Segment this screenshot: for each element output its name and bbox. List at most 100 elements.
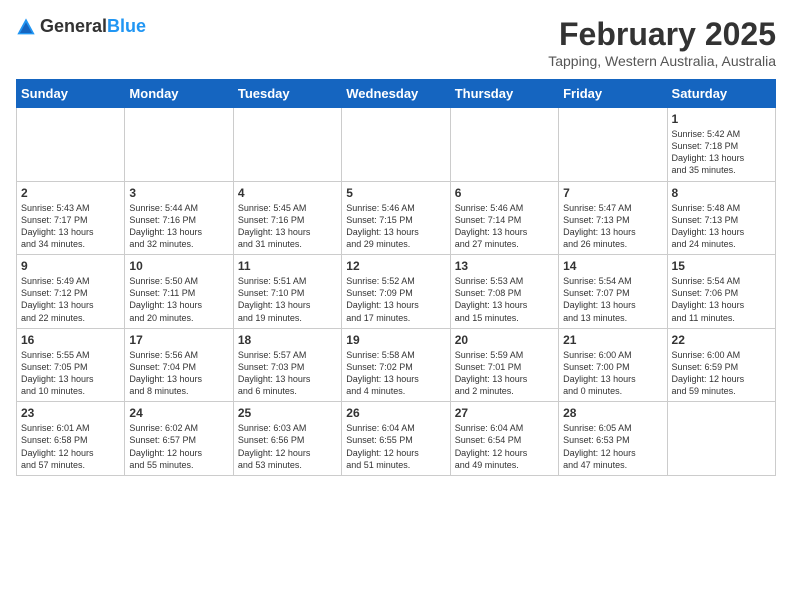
main-title: February 2025 — [548, 16, 776, 53]
day-number: 23 — [21, 406, 120, 420]
day-number: 13 — [455, 259, 554, 273]
calendar-cell: 10 Sunrise: 5:50 AM Sunset: 7:11 PM Dayli… — [125, 255, 233, 329]
day-info: Sunrise: 5:42 AM Sunset: 7:18 PM Dayligh… — [672, 128, 771, 177]
day-info: Sunrise: 5:55 AM Sunset: 7:05 PM Dayligh… — [21, 349, 120, 398]
day-info: Sunrise: 5:46 AM Sunset: 7:14 PM Dayligh… — [455, 202, 554, 251]
day-info: Sunrise: 5:49 AM Sunset: 7:12 PM Dayligh… — [21, 275, 120, 324]
day-info: Sunrise: 5:45 AM Sunset: 7:16 PM Dayligh… — [238, 202, 337, 251]
calendar-cell: 2 Sunrise: 5:43 AM Sunset: 7:17 PM Daylig… — [17, 181, 125, 255]
day-number: 18 — [238, 333, 337, 347]
calendar-cell: 13 Sunrise: 5:53 AM Sunset: 7:08 PM Dayli… — [450, 255, 558, 329]
calendar-cell — [125, 108, 233, 182]
day-info: Sunrise: 6:04 AM Sunset: 6:55 PM Dayligh… — [346, 422, 445, 471]
day-info: Sunrise: 5:52 AM Sunset: 7:09 PM Dayligh… — [346, 275, 445, 324]
calendar-cell: 26Sunrise: 6:04 AM Sunset: 6:55 PM Dayli… — [342, 402, 450, 476]
day-info: Sunrise: 5:59 AM Sunset: 7:01 PM Dayligh… — [455, 349, 554, 398]
calendar-cell — [450, 108, 558, 182]
day-number: 4 — [238, 186, 337, 200]
day-number: 27 — [455, 406, 554, 420]
weekday-row: SundayMondayTuesdayWednesdayThursdayFrid… — [17, 80, 776, 108]
weekday-header: Friday — [559, 80, 667, 108]
day-number: 5 — [346, 186, 445, 200]
day-number: 19 — [346, 333, 445, 347]
day-info: Sunrise: 5:43 AM Sunset: 7:17 PM Dayligh… — [21, 202, 120, 251]
day-info: Sunrise: 6:02 AM Sunset: 6:57 PM Dayligh… — [129, 422, 228, 471]
calendar-cell: 18 Sunrise: 5:57 AM Sunset: 7:03 PM Dayli… — [233, 328, 341, 402]
day-number: 10 — [129, 259, 228, 273]
day-info: Sunrise: 5:57 AM Sunset: 7:03 PM Dayligh… — [238, 349, 337, 398]
calendar-cell: 25 Sunrise: 6:03 AM Sunset: 6:56 PM Dayli… — [233, 402, 341, 476]
calendar-cell — [17, 108, 125, 182]
day-info: Sunrise: 6:00 AM Sunset: 7:00 PM Dayligh… — [563, 349, 662, 398]
day-info: Sunrise: 5:53 AM Sunset: 7:08 PM Dayligh… — [455, 275, 554, 324]
logo: GeneralBlue — [16, 16, 146, 37]
calendar-cell — [233, 108, 341, 182]
calendar-cell: 5 Sunrise: 5:46 AM Sunset: 7:15 PM Daylig… — [342, 181, 450, 255]
day-number: 25 — [238, 406, 337, 420]
logo-icon — [16, 17, 36, 37]
day-info: Sunrise: 6:01 AM Sunset: 6:58 PM Dayligh… — [21, 422, 120, 471]
weekday-header: Sunday — [17, 80, 125, 108]
day-number: 2 — [21, 186, 120, 200]
day-info: Sunrise: 5:44 AM Sunset: 7:16 PM Dayligh… — [129, 202, 228, 251]
day-number: 28 — [563, 406, 662, 420]
day-info: Sunrise: 6:04 AM Sunset: 6:54 PM Dayligh… — [455, 422, 554, 471]
day-number: 21 — [563, 333, 662, 347]
day-number: 8 — [672, 186, 771, 200]
day-info: Sunrise: 5:50 AM Sunset: 7:11 PM Dayligh… — [129, 275, 228, 324]
calendar-cell: 23 Sunrise: 6:01 AM Sunset: 6:58 PM Dayli… — [17, 402, 125, 476]
day-number: 7 — [563, 186, 662, 200]
calendar-body: 1 Sunrise: 5:42 AM Sunset: 7:18 PM Daylig… — [17, 108, 776, 476]
day-number: 9 — [21, 259, 120, 273]
day-number: 6 — [455, 186, 554, 200]
calendar-cell — [342, 108, 450, 182]
calendar-cell: 22Sunrise: 6:00 AM Sunset: 6:59 PM Dayli… — [667, 328, 775, 402]
calendar-header: SundayMondayTuesdayWednesdayThursdayFrid… — [17, 80, 776, 108]
logo-text: GeneralBlue — [40, 16, 146, 37]
day-number: 11 — [238, 259, 337, 273]
day-number: 14 — [563, 259, 662, 273]
day-info: Sunrise: 6:05 AM Sunset: 6:53 PM Dayligh… — [563, 422, 662, 471]
weekday-header: Monday — [125, 80, 233, 108]
calendar-cell: 12 Sunrise: 5:52 AM Sunset: 7:09 PM Dayli… — [342, 255, 450, 329]
day-number: 20 — [455, 333, 554, 347]
day-number: 17 — [129, 333, 228, 347]
calendar-week-row: 9 Sunrise: 5:49 AM Sunset: 7:12 PM Daylig… — [17, 255, 776, 329]
header: GeneralBlue February 2025 Tapping, Weste… — [16, 16, 776, 69]
day-info: Sunrise: 5:46 AM Sunset: 7:15 PM Dayligh… — [346, 202, 445, 251]
calendar-cell: 3 Sunrise: 5:44 AM Sunset: 7:16 PM Daylig… — [125, 181, 233, 255]
calendar-cell: 4 Sunrise: 5:45 AM Sunset: 7:16 PM Daylig… — [233, 181, 341, 255]
weekday-header: Saturday — [667, 80, 775, 108]
day-number: 12 — [346, 259, 445, 273]
day-number: 1 — [672, 112, 771, 126]
day-number: 22 — [672, 333, 771, 347]
calendar-cell — [667, 402, 775, 476]
calendar-cell: 20 Sunrise: 5:59 AM Sunset: 7:01 PM Dayli… — [450, 328, 558, 402]
day-info: Sunrise: 5:58 AM Sunset: 7:02 PM Dayligh… — [346, 349, 445, 398]
calendar-cell: 9 Sunrise: 5:49 AM Sunset: 7:12 PM Daylig… — [17, 255, 125, 329]
day-info: Sunrise: 5:54 AM Sunset: 7:07 PM Dayligh… — [563, 275, 662, 324]
calendar-cell: 6 Sunrise: 5:46 AM Sunset: 7:14 PM Daylig… — [450, 181, 558, 255]
day-number: 3 — [129, 186, 228, 200]
logo-blue: Blue — [107, 16, 146, 36]
calendar-cell: 14 Sunrise: 5:54 AM Sunset: 7:07 PM Dayli… — [559, 255, 667, 329]
calendar-cell: 17Sunrise: 5:56 AM Sunset: 7:04 PM Dayli… — [125, 328, 233, 402]
calendar-cell: 19 Sunrise: 5:58 AM Sunset: 7:02 PM Dayli… — [342, 328, 450, 402]
day-info: Sunrise: 5:47 AM Sunset: 7:13 PM Dayligh… — [563, 202, 662, 251]
day-info: Sunrise: 6:03 AM Sunset: 6:56 PM Dayligh… — [238, 422, 337, 471]
calendar-week-row: 16 Sunrise: 5:55 AM Sunset: 7:05 PM Dayli… — [17, 328, 776, 402]
weekday-header: Tuesday — [233, 80, 341, 108]
day-number: 24 — [129, 406, 228, 420]
calendar-cell: 24 Sunrise: 6:02 AM Sunset: 6:57 PM Dayli… — [125, 402, 233, 476]
calendar-cell: 1 Sunrise: 5:42 AM Sunset: 7:18 PM Daylig… — [667, 108, 775, 182]
day-info: Sunrise: 5:48 AM Sunset: 7:13 PM Dayligh… — [672, 202, 771, 251]
day-number: 16 — [21, 333, 120, 347]
calendar-cell: 16 Sunrise: 5:55 AM Sunset: 7:05 PM Dayli… — [17, 328, 125, 402]
calendar-cell: 27 Sunrise: 6:04 AM Sunset: 6:54 PM Dayli… — [450, 402, 558, 476]
calendar-week-row: 1 Sunrise: 5:42 AM Sunset: 7:18 PM Daylig… — [17, 108, 776, 182]
day-info: Sunrise: 5:54 AM Sunset: 7:06 PM Dayligh… — [672, 275, 771, 324]
calendar-cell: 11Sunrise: 5:51 AM Sunset: 7:10 PM Dayli… — [233, 255, 341, 329]
logo-general: General — [40, 16, 107, 36]
calendar-week-row: 2 Sunrise: 5:43 AM Sunset: 7:17 PM Daylig… — [17, 181, 776, 255]
weekday-header: Thursday — [450, 80, 558, 108]
